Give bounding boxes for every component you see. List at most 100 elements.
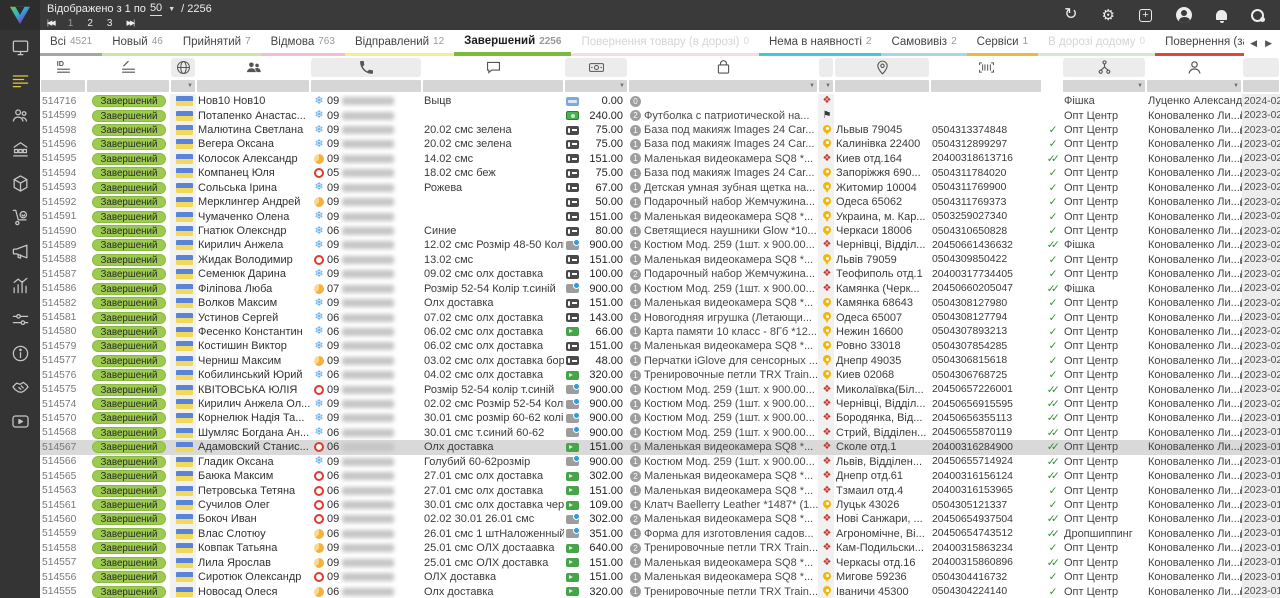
sidebar-item-products[interactable] bbox=[0, 166, 40, 200]
tab-8[interactable]: Нема в наявності2 bbox=[759, 30, 881, 56]
column-header-client[interactable] bbox=[196, 56, 310, 79]
tab-10[interactable]: Сервіси1 bbox=[967, 30, 1039, 56]
order-row[interactable]: 514594ЗавершенийКомпанец Юля0518.02 смс … bbox=[40, 166, 1280, 180]
sidebar-item-video[interactable] bbox=[0, 404, 40, 438]
column-header-payment[interactable] bbox=[564, 56, 628, 79]
filter-dropdown-icon[interactable]: ▼ bbox=[809, 83, 817, 89]
order-row[interactable]: 514570ЗавершенийКорнелюк Надія Та...❄093… bbox=[40, 411, 1280, 425]
order-row[interactable]: 514575ЗавершенийКВІТОВСЬКА ЮЛІЯ09Розмір … bbox=[40, 382, 1280, 396]
filter-input[interactable] bbox=[835, 80, 929, 92]
sidebar-item-partners[interactable] bbox=[0, 370, 40, 404]
column-header-comment[interactable] bbox=[422, 56, 564, 79]
order-row[interactable]: 514563ЗавершенийПетровська Тетяна0627.01… bbox=[40, 483, 1280, 497]
page-2[interactable]: 2 bbox=[87, 17, 93, 30]
last-page-icon[interactable]: ▶▶| bbox=[126, 17, 133, 30]
filter-input[interactable] bbox=[197, 80, 309, 92]
order-row[interactable]: 514590ЗавершенийГнатюк Олексндр❄06Синие8… bbox=[40, 224, 1280, 238]
tab-4[interactable]: Відмова763 bbox=[261, 30, 345, 56]
filter-dropdown-icon[interactable]: ▼ bbox=[1233, 83, 1241, 89]
sidebar-item-orders[interactable] bbox=[0, 64, 40, 98]
column-header-tracking[interactable] bbox=[930, 56, 1042, 79]
order-row[interactable]: 514577ЗавершенийЧерниш Максим0903.02 смс… bbox=[40, 354, 1280, 368]
first-page-icon[interactable]: |◀◀ bbox=[47, 17, 54, 30]
add-order-icon[interactable]: + bbox=[1139, 9, 1152, 22]
filter-input[interactable] bbox=[423, 80, 563, 92]
order-row[interactable]: 514595ЗавершенийКолосок Александр0914.02… bbox=[40, 152, 1280, 166]
order-row[interactable]: 514593ЗавершенийСольська Ірина❄09Рожева6… bbox=[40, 181, 1280, 195]
filter-input[interactable]: ▼ bbox=[1063, 80, 1145, 92]
order-row[interactable]: 514556ЗавершенийСиротюк Олександр09ОЛХ д… bbox=[40, 570, 1280, 584]
filter-input[interactable] bbox=[1243, 80, 1279, 92]
tab-5[interactable]: Відправлений12 bbox=[345, 30, 454, 56]
page-1[interactable]: 1 bbox=[68, 17, 74, 30]
tab-11[interactable]: В дорозі додому0 bbox=[1038, 30, 1155, 56]
order-row[interactable]: 514560ЗавершенийБокоч Иван0902.02 30.01 … bbox=[40, 512, 1280, 526]
order-row[interactable]: 514587ЗавершенийСеменюк Дарина❄0909.02 с… bbox=[40, 267, 1280, 281]
bell-icon[interactable] bbox=[1216, 10, 1227, 20]
order-row[interactable]: 514555ЗавершенийНовосад Олеся06Олх доста… bbox=[40, 584, 1280, 598]
order-row[interactable]: 514588ЗавершенийЖидак Володимир0613.02 с… bbox=[40, 253, 1280, 267]
refresh-icon[interactable]: ↻ bbox=[1064, 7, 1077, 23]
order-row[interactable]: 514576ЗавершенийКобилинський Юрий❄0604.0… bbox=[40, 368, 1280, 382]
order-row[interactable]: 514589ЗавершенийКирилич Анжела❄0912.02 с… bbox=[40, 238, 1280, 252]
order-row[interactable]: 514581ЗавершенийУстинов Сергей❄0607.02 с… bbox=[40, 310, 1280, 324]
order-row[interactable]: 514558ЗавершенийКовпак Татьяна0925.01 см… bbox=[40, 541, 1280, 555]
order-row[interactable]: 514557ЗавершенийЛила Ярослав0925.01 смс … bbox=[40, 556, 1280, 570]
tab-9[interactable]: Самовивіз2 bbox=[881, 30, 966, 56]
column-header-id[interactable]: ID bbox=[40, 56, 86, 79]
filter-input[interactable] bbox=[311, 80, 421, 92]
app-logo-icon[interactable] bbox=[0, 0, 40, 30]
sidebar-item-marketing[interactable] bbox=[0, 234, 40, 268]
tab-1[interactable]: Всі4521 bbox=[40, 30, 102, 56]
tab-6[interactable]: Завершений2256 bbox=[454, 30, 571, 56]
filter-input[interactable]: ▼ bbox=[819, 80, 833, 92]
tab-scroll-right-icon[interactable]: ▶ bbox=[1265, 38, 1272, 49]
order-row[interactable]: 514567ЗавершенийАдамовский Станис...06Ол… bbox=[40, 440, 1280, 454]
order-row[interactable]: 514716ЗавершенийНов10 Нов10❄09Выцв0.000❖… bbox=[40, 94, 1280, 108]
order-row[interactable]: 514565ЗавершенийБаюка Максим0627.01 смс … bbox=[40, 469, 1280, 483]
filter-dropdown-icon[interactable]: ▼ bbox=[187, 83, 195, 89]
sidebar-item-purchases[interactable] bbox=[0, 200, 40, 234]
order-row[interactable]: 514591ЗавершенийЧумаченко Олена❄09151.00… bbox=[40, 209, 1280, 223]
tab-scroll-left-icon[interactable]: ◀ bbox=[1250, 38, 1257, 49]
sidebar-item-statistics[interactable] bbox=[0, 268, 40, 302]
order-row[interactable]: 514559ЗавершенийВлас Слотюу0626.01 смс 1… bbox=[40, 527, 1280, 541]
column-header-product[interactable] bbox=[628, 56, 818, 79]
sidebar-item-company[interactable] bbox=[0, 132, 40, 166]
order-row[interactable]: 514574ЗавершенийКирилич Анжела Ол...❄090… bbox=[40, 397, 1280, 411]
order-row[interactable]: 514582ЗавершенийВолков Максим❄09Олх дост… bbox=[40, 296, 1280, 310]
support-icon[interactable] bbox=[1251, 9, 1264, 22]
order-row[interactable]: 514598ЗавершенийМалютина Светлана❄0920.0… bbox=[40, 123, 1280, 137]
column-header-address[interactable] bbox=[834, 56, 930, 79]
order-row[interactable]: 514580ЗавершенийФесенко Константин❄0606.… bbox=[40, 325, 1280, 339]
order-row[interactable]: 514592ЗавершенийМерклингер Андрей0950.00… bbox=[40, 195, 1280, 209]
filter-input[interactable]: ▼ bbox=[1147, 80, 1241, 92]
per-page-select[interactable]: 50 bbox=[150, 2, 162, 16]
filter-input[interactable]: ▼ bbox=[629, 80, 817, 92]
order-row[interactable]: 514566ЗавершенийГладик Оксана❄09Голубий … bbox=[40, 455, 1280, 469]
column-header-manager[interactable] bbox=[1146, 56, 1242, 79]
order-row[interactable]: 514579ЗавершенийКостишин Виктор❄0906.02 … bbox=[40, 339, 1280, 353]
column-header-phone[interactable] bbox=[310, 56, 422, 79]
user-avatar-icon[interactable] bbox=[1176, 7, 1192, 23]
sidebar-item-info[interactable] bbox=[0, 336, 40, 370]
filter-input[interactable] bbox=[87, 80, 169, 92]
filter-dropdown-icon[interactable]: ▼ bbox=[619, 83, 627, 89]
column-header-status[interactable] bbox=[86, 56, 170, 79]
filter-dropdown-icon[interactable]: ▼ bbox=[1137, 83, 1145, 89]
tab-2[interactable]: Новый46 bbox=[102, 30, 173, 56]
tab-3[interactable]: Прийнятий7 bbox=[173, 30, 261, 56]
filter-input[interactable] bbox=[931, 80, 1041, 92]
tab-7[interactable]: Повернення товару (в дорозі)0 bbox=[571, 30, 759, 56]
sidebar-item-settings[interactable] bbox=[0, 302, 40, 336]
gear-icon[interactable]: ⚙ bbox=[1102, 6, 1115, 24]
order-row[interactable]: 514586ЗавершенийФіліпова Люба07Розмір 52… bbox=[40, 281, 1280, 295]
order-row[interactable]: 514568ЗавершенийШумляс Богдана Ан...❄063… bbox=[40, 426, 1280, 440]
sidebar-item-dashboard[interactable] bbox=[0, 30, 40, 64]
column-header-country[interactable] bbox=[170, 56, 196, 79]
column-header-funnel[interactable] bbox=[1062, 56, 1146, 79]
filter-input[interactable]: ▼ bbox=[171, 80, 195, 92]
order-row[interactable]: 514599ЗавершенийПотапенко Анастас...❄092… bbox=[40, 108, 1280, 122]
chevron-down-icon[interactable]: ▼ bbox=[168, 3, 175, 16]
sidebar-item-clients[interactable] bbox=[0, 98, 40, 132]
